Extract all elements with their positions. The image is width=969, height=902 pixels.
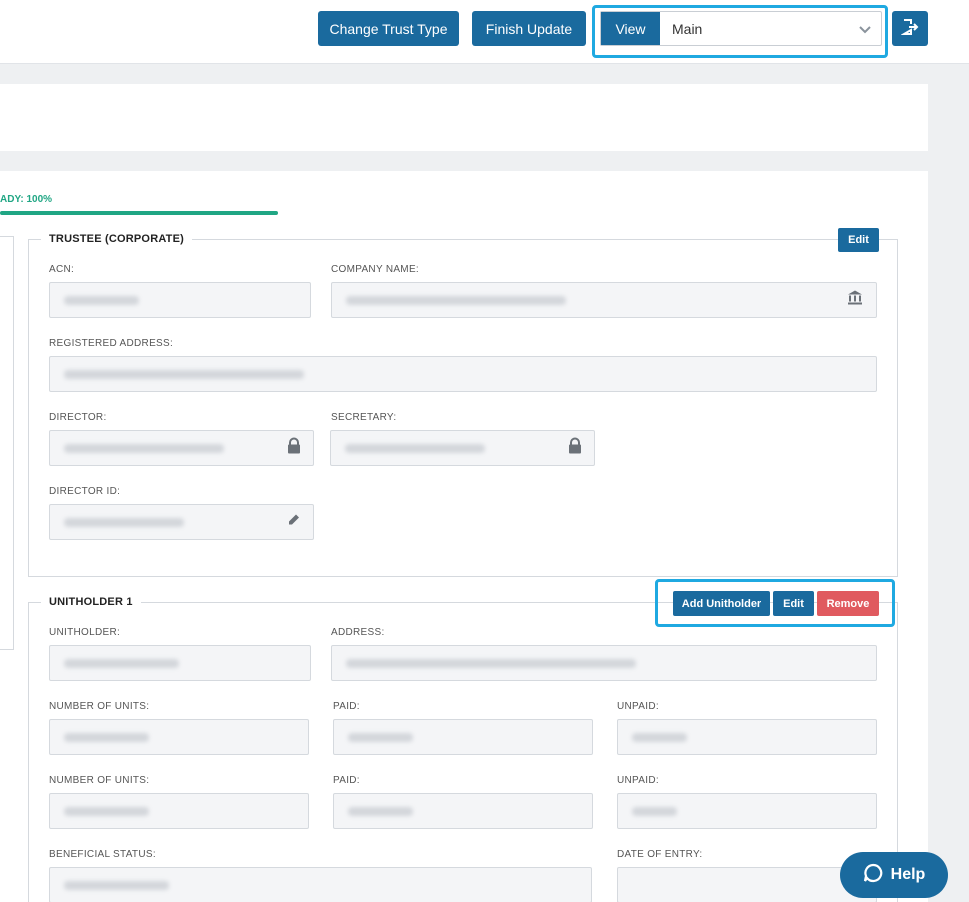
acn-label: ACN: <box>49 264 75 275</box>
redacted-value <box>348 732 413 742</box>
remove-unitholder-button[interactable]: Remove <box>817 591 879 616</box>
unpaid-field-1[interactable] <box>617 719 877 755</box>
progress-label: ADY: 100% <box>0 194 53 205</box>
redacted-value <box>64 517 184 527</box>
redacted-value <box>632 732 687 742</box>
bank-icon[interactable] <box>846 289 864 312</box>
redacted-value <box>64 443 224 453</box>
director-id-field[interactable] <box>49 504 314 540</box>
left-section-edge <box>0 236 14 650</box>
help-label: Help <box>890 866 926 883</box>
registered-address-label: REGISTERED ADDRESS: <box>49 338 174 349</box>
info-panel <box>0 84 928 151</box>
unpaid-field-2[interactable] <box>617 793 877 829</box>
view-value-text: Main <box>672 20 703 37</box>
redacted-value <box>64 658 179 668</box>
change-trust-type-button[interactable]: Change Trust Type <box>318 11 459 46</box>
secretary-field[interactable] <box>330 430 595 466</box>
help-button[interactable]: Help <box>840 852 948 898</box>
view-label: View <box>601 12 660 45</box>
company-name-field[interactable] <box>331 282 877 318</box>
number-of-units-field-1[interactable] <box>49 719 309 755</box>
director-field[interactable] <box>49 430 314 466</box>
progress-bar <box>0 211 278 215</box>
unitholder-label: UNITHOLDER: <box>49 627 121 638</box>
sign-out-icon <box>900 18 919 39</box>
view-value[interactable]: Main <box>660 12 881 45</box>
chat-bubble-icon <box>863 863 883 888</box>
number-of-units-label-2: NUMBER OF UNITS: <box>49 775 150 786</box>
paid-field-1[interactable] <box>333 719 593 755</box>
add-unitholder-button[interactable]: Add Unitholder <box>673 591 770 616</box>
view-select[interactable]: View Main <box>600 11 882 46</box>
director-id-label: DIRECTOR ID: <box>49 486 121 497</box>
lock-icon <box>568 437 582 459</box>
redacted-value <box>346 658 636 668</box>
redacted-value <box>64 369 304 379</box>
trustee-edit-button[interactable]: Edit <box>838 228 879 252</box>
director-label: DIRECTOR: <box>49 412 107 423</box>
number-of-units-field-2[interactable] <box>49 793 309 829</box>
chevron-down-icon <box>859 21 871 37</box>
unpaid-label-2: UNPAID: <box>617 775 659 786</box>
date-of-entry-label: DATE OF ENTRY: <box>617 849 703 860</box>
redacted-value <box>632 806 677 816</box>
secretary-label: SECRETARY: <box>331 412 397 423</box>
beneficial-status-label: BENEFICIAL STATUS: <box>49 849 156 860</box>
unitholder-edit-button[interactable]: Edit <box>773 591 814 616</box>
redacted-value <box>64 732 149 742</box>
unitholder-field[interactable] <box>49 645 311 681</box>
redacted-value <box>64 806 149 816</box>
address-label: ADDRESS: <box>331 627 385 638</box>
company-name-label: COMPANY NAME: <box>331 264 419 275</box>
redacted-value <box>348 806 413 816</box>
pencil-icon[interactable] <box>287 513 301 532</box>
paid-label-2: PAID: <box>333 775 360 786</box>
trustee-title: TRUSTEE (CORPORATE) <box>41 233 192 245</box>
finish-update-button[interactable]: Finish Update <box>472 11 586 46</box>
paid-label-1: PAID: <box>333 701 360 712</box>
redacted-value <box>346 295 566 305</box>
redacted-value <box>64 295 139 305</box>
exit-button[interactable] <box>892 11 928 46</box>
redacted-value <box>64 880 169 890</box>
unitholder-title: UNITHOLDER 1 <box>41 596 141 608</box>
lock-icon <box>287 437 301 459</box>
acn-field[interactable] <box>49 282 311 318</box>
registered-address-field[interactable] <box>49 356 877 392</box>
address-field[interactable] <box>331 645 877 681</box>
paid-field-2[interactable] <box>333 793 593 829</box>
number-of-units-label-1: NUMBER OF UNITS: <box>49 701 150 712</box>
beneficial-status-field[interactable] <box>49 867 592 902</box>
unpaid-label-1: UNPAID: <box>617 701 659 712</box>
date-of-entry-field[interactable] <box>617 867 877 902</box>
redacted-value <box>345 443 485 453</box>
